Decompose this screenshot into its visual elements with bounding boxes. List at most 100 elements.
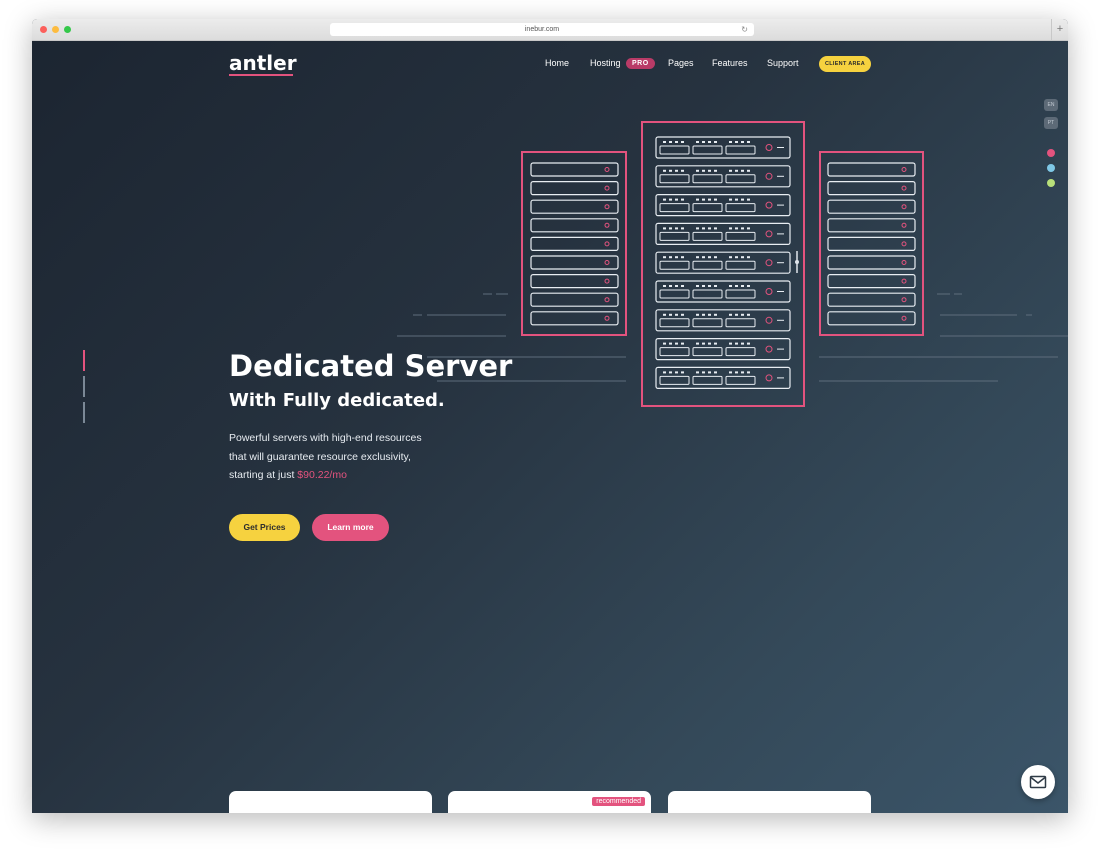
right-rack-unit-led	[901, 260, 907, 265]
center-rack-drive-bay	[692, 260, 723, 270]
theme-blue-swatch[interactable]	[1047, 164, 1055, 172]
center-rack-led-dot	[747, 285, 750, 287]
plan-card-3[interactable]	[668, 791, 871, 813]
center-rack-drive-bay	[692, 203, 723, 213]
get-prices-button[interactable]: Get Prices	[229, 514, 300, 541]
right-rack-unit-led	[901, 297, 907, 303]
center-rack-frame	[641, 121, 805, 407]
center-rack-unit	[655, 222, 791, 245]
center-rack-drive-bay	[692, 145, 723, 155]
center-rack-led-dot	[708, 313, 711, 316]
center-rack-led-dot	[663, 141, 666, 143]
center-rack-drive-bay	[725, 174, 756, 184]
center-rack-led-dot	[663, 169, 666, 172]
center-rack-led-dot	[696, 371, 699, 374]
center-rack-led-dot	[696, 198, 699, 201]
center-rack-led-dot	[729, 198, 732, 201]
center-rack-led-dot	[696, 141, 699, 143]
center-rack-drive-bay	[659, 289, 690, 299]
nav-hosting[interactable]: Hosting	[590, 58, 621, 68]
center-rack-led-dot	[729, 285, 732, 287]
center-rack-led-dot	[735, 256, 738, 259]
center-rack-led-dot	[747, 342, 750, 345]
theme-pink-swatch[interactable]	[1047, 149, 1055, 157]
center-rack-led-dot	[681, 313, 684, 316]
center-rack-led-dot	[729, 169, 732, 172]
center-rack-power-led	[765, 201, 773, 209]
slide-indicator-2[interactable]	[83, 376, 85, 397]
left-rack-unit-led	[604, 222, 610, 228]
center-rack-drive-bay	[659, 231, 690, 241]
center-rack-led-dot	[669, 169, 672, 172]
right-rack-unit-led	[901, 315, 907, 321]
center-rack-led-dot	[669, 141, 672, 143]
lang-pt-button[interactable]: PT	[1044, 117, 1058, 129]
center-rack-led-dot	[702, 169, 705, 172]
center-rack-led-dot	[696, 285, 699, 287]
center-rack-drive-bay	[692, 375, 723, 385]
center-rack-led-dot	[675, 169, 678, 172]
center-rack-led-dot	[663, 313, 666, 316]
center-rack-led-dot	[708, 285, 711, 287]
nav-home[interactable]: Home	[545, 58, 569, 68]
nav-support[interactable]: Support	[767, 58, 799, 68]
center-rack-led-dot	[741, 285, 744, 287]
browser-window: inebur.com ↻ + antler Home Hosting PRO P…	[32, 19, 1068, 813]
new-tab-button[interactable]: +	[1051, 19, 1068, 40]
center-rack-led-dot	[714, 342, 717, 345]
center-rack-led-dot	[702, 198, 705, 201]
right-rack-unit-led	[901, 204, 907, 210]
learn-more-button[interactable]: Learn more	[312, 514, 389, 541]
center-rack-drive-bay	[659, 347, 690, 357]
left-rack-unit-led	[604, 241, 610, 247]
center-rack-led-dot	[702, 256, 705, 259]
center-rack-power-led	[765, 230, 773, 238]
center-rack-led-dot	[735, 285, 738, 287]
center-rack-led-dot	[735, 141, 738, 143]
center-rack-led-dot	[675, 342, 678, 345]
site-logo[interactable]: antler	[229, 51, 297, 75]
cable-connector	[795, 260, 799, 264]
center-rack-led-dot	[741, 141, 744, 143]
reload-icon[interactable]: ↻	[741, 23, 748, 36]
mail-button[interactable]	[1021, 765, 1055, 799]
right-rack-frame	[819, 151, 924, 336]
nav-features[interactable]: Features	[712, 58, 748, 68]
center-rack-led-dot	[702, 371, 705, 374]
center-rack-led-dot	[669, 227, 672, 230]
center-rack-led-dot	[681, 198, 684, 201]
slide-indicator-3[interactable]	[83, 402, 85, 423]
maximize-window-button[interactable]	[64, 26, 71, 33]
center-rack-led-dot	[696, 227, 699, 230]
slide-indicator-1[interactable]	[83, 350, 85, 371]
theme-green-swatch[interactable]	[1047, 179, 1055, 187]
server-racks-illustration	[397, 121, 1068, 407]
lang-en-button[interactable]: EN	[1044, 99, 1058, 111]
minimize-window-button[interactable]	[52, 26, 59, 33]
left-rack-unit-led	[604, 315, 610, 321]
left-rack-unit-led	[604, 185, 610, 191]
address-bar[interactable]: inebur.com ↻	[330, 23, 754, 36]
plan-card-1[interactable]	[229, 791, 432, 813]
center-rack-led-dot	[675, 285, 678, 287]
center-rack-drive-bay	[725, 375, 756, 385]
hero-desc-line1: Powerful servers with high-end resources	[229, 432, 422, 444]
center-rack-unit	[655, 251, 791, 274]
center-rack-led-dot	[747, 227, 750, 230]
center-rack-led-dot	[747, 198, 750, 201]
center-rack-drive-bay	[725, 289, 756, 299]
nav-pages[interactable]: Pages	[668, 58, 694, 68]
browser-titlebar: inebur.com ↻ +	[32, 19, 1068, 41]
center-rack-drive-bay	[659, 145, 690, 155]
center-rack-led-dot	[669, 342, 672, 345]
center-rack-led-dot	[675, 256, 678, 259]
center-rack-led-dot	[741, 227, 744, 230]
client-area-button[interactable]: CLIENT AREA	[819, 56, 871, 72]
plan-card-2[interactable]: recommended	[448, 791, 651, 813]
center-rack-led-dot	[669, 313, 672, 316]
close-window-button[interactable]	[40, 26, 47, 33]
center-rack-led-dot	[681, 256, 684, 259]
center-rack-led-dot	[729, 227, 732, 230]
center-rack-led-dot	[714, 256, 717, 259]
right-rack-unit-led	[901, 222, 907, 228]
